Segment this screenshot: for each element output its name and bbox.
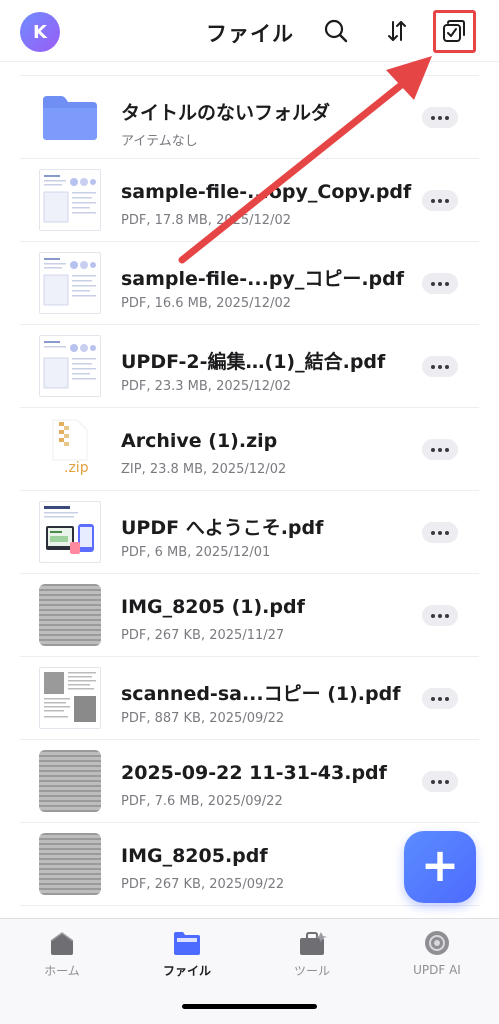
file-meta: ZIP, 23.8 MB, 2025/12/02 (121, 462, 287, 477)
list-item[interactable]: sample-file-...py_コピー.pdf PDF, 16.6 MB, … (20, 242, 479, 325)
welcome-document-icon (44, 506, 94, 554)
pdf-thumbnail (39, 169, 101, 231)
home-indicator[interactable] (182, 1004, 317, 1009)
home-icon (50, 931, 74, 955)
list-item[interactable]: scanned-sa...コピー (1).pdf PDF, 887 KB, 20… (20, 657, 479, 740)
list-item[interactable]: タイトルのないフォルダ アイテムなし (20, 76, 479, 159)
file-meta: PDF, 17.8 MB, 2025/12/02 (121, 213, 291, 228)
pdf-thumbnail (39, 667, 101, 729)
file-name: IMG_8205.pdf (121, 845, 268, 867)
file-name: scanned-sa...コピー (1).pdf (121, 683, 401, 705)
list-item[interactable]: IMG_8205 (1).pdf PDF, 267 KB, 2025/11/27 (20, 574, 479, 657)
file-meta: アイテムなし (121, 134, 198, 149)
more-options-button[interactable] (422, 190, 458, 211)
more-options-button[interactable] (422, 605, 458, 626)
file-meta: PDF, 267 KB, 2025/09/22 (121, 877, 285, 892)
profile-avatar[interactable]: K (20, 12, 60, 52)
pdf-thumbnail (39, 252, 101, 314)
file-meta: PDF, 23.3 MB, 2025/12/02 (121, 379, 291, 394)
scan-thumbnail (39, 833, 101, 895)
file-meta: PDF, 16.6 MB, 2025/12/02 (121, 296, 291, 311)
folder-icon (43, 96, 97, 140)
tab-home[interactable]: ホーム (12, 929, 112, 979)
file-name: Archive (1).zip (121, 430, 278, 452)
document-page-icon (43, 341, 96, 389)
scan-thumbnail (39, 750, 101, 812)
more-options-button[interactable] (422, 273, 458, 294)
zip-thumbnail-label: .zip (64, 460, 89, 476)
folder-icon (174, 931, 200, 955)
folder-thumbnail (39, 86, 101, 148)
document-page-icon (43, 258, 96, 306)
scanned-document-icon (44, 672, 96, 722)
sort-icon (388, 21, 406, 41)
file-meta: PDF, 267 KB, 2025/11/27 (121, 628, 285, 643)
list-row-clipped (20, 62, 479, 76)
more-options-button[interactable] (422, 522, 458, 543)
tab-files[interactable]: ファイル (137, 929, 237, 979)
more-options-button[interactable] (422, 107, 458, 128)
tab-label: ホーム (44, 964, 80, 978)
scan-thumbnail (39, 584, 101, 646)
file-list: タイトルのないフォルダ アイテムなし sample-file-...opy_Co… (20, 62, 479, 918)
tab-tools[interactable]: ツール (262, 929, 362, 979)
list-item[interactable]: UPDF-2-編集…(1)_結合.pdf PDF, 23.3 MB, 2025/… (20, 325, 479, 408)
more-options-button[interactable] (422, 356, 458, 377)
more-options-button[interactable] (422, 688, 458, 709)
file-name: sample-file-...opy_Copy.pdf (121, 181, 412, 203)
ai-icon (425, 931, 449, 955)
add-file-button[interactable]: + (404, 831, 476, 903)
select-button-highlight (433, 10, 476, 53)
list-item[interactable]: 2025-09-22 11-31-43.pdf PDF, 7.6 MB, 202… (20, 740, 479, 823)
tab-label: ツール (293, 964, 330, 978)
file-meta: PDF, 6 MB, 2025/12/01 (121, 545, 271, 560)
file-meta: PDF, 7.6 MB, 2025/09/22 (121, 794, 283, 809)
file-name: タイトルのないフォルダ (121, 102, 331, 124)
pdf-thumbnail (39, 335, 101, 397)
tab-label: UPDF AI (413, 963, 461, 977)
app-header: K ファイル (0, 0, 499, 62)
file-name: UPDF へようこそ.pdf (121, 517, 324, 539)
file-name: IMG_8205 (1).pdf (121, 596, 305, 618)
tab-updf-ai[interactable]: UPDF AI (387, 929, 487, 979)
tab-label: ファイル (162, 964, 211, 978)
file-name: 2025-09-22 11-31-43.pdf (121, 762, 387, 784)
list-item[interactable]: sample-file-...opy_Copy.pdf PDF, 17.8 MB… (20, 159, 479, 242)
document-page-icon (43, 175, 96, 223)
pdf-thumbnail (39, 501, 101, 563)
more-options-button[interactable] (422, 439, 458, 460)
plus-icon: + (420, 838, 460, 892)
file-meta: PDF, 887 KB, 2025/09/22 (121, 711, 285, 726)
list-item[interactable]: UPDF へようこそ.pdf PDF, 6 MB, 2025/12/01 (20, 491, 479, 574)
sort-button[interactable] (380, 14, 414, 48)
toolbox-icon (300, 931, 327, 955)
list-item[interactable]: .zip Archive (1).zip ZIP, 23.8 MB, 2025/… (20, 408, 479, 491)
search-button[interactable] (319, 14, 353, 48)
more-options-button[interactable] (422, 771, 458, 792)
search-icon (324, 19, 348, 43)
file-name: UPDF-2-編集…(1)_結合.pdf (121, 351, 386, 373)
file-name: sample-file-...py_コピー.pdf (121, 268, 405, 290)
